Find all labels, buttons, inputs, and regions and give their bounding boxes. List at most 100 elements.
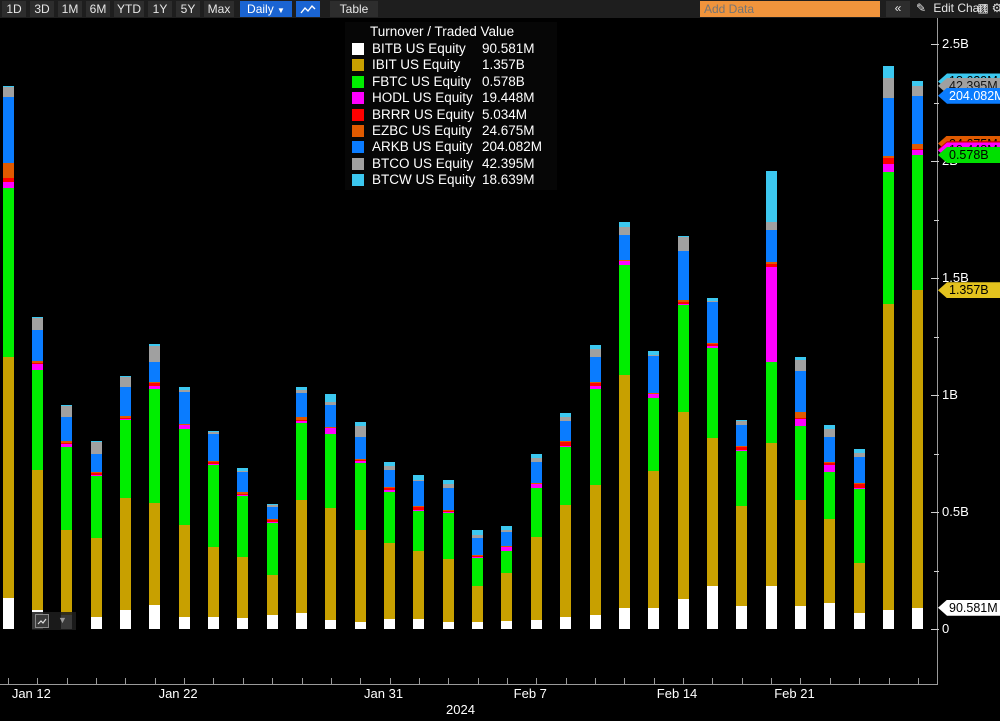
bar-segment[interactable] [91, 476, 102, 538]
bar-segment[interactable] [766, 443, 777, 586]
bar-segment[interactable] [237, 471, 248, 472]
bar-segment[interactable] [355, 622, 366, 629]
bar-segment[interactable] [296, 417, 307, 420]
bar-segment[interactable] [61, 530, 72, 615]
bar-segment[interactable] [61, 406, 72, 417]
bar-segment[interactable] [619, 222, 630, 227]
bar-segment[interactable] [854, 563, 865, 613]
bar-segment[interactable] [61, 444, 72, 447]
bar-segment[interactable] [824, 437, 835, 462]
bar-segment[interactable] [91, 473, 102, 476]
bar-segment[interactable] [91, 538, 102, 617]
bar-segment[interactable] [501, 530, 512, 532]
bar-segment[interactable] [149, 383, 160, 386]
bar-segment[interactable] [237, 468, 248, 471]
bar-segment[interactable] [590, 389, 601, 485]
bar-segment[interactable] [120, 420, 131, 498]
bar-segment[interactable] [560, 413, 571, 417]
bar-segment[interactable] [91, 442, 102, 454]
bar-segment[interactable] [824, 603, 835, 629]
bar-segment[interactable] [384, 487, 395, 488]
bar-segment[interactable] [854, 489, 865, 563]
bar-segment[interactable] [736, 451, 747, 506]
bar-segment[interactable] [384, 492, 395, 543]
bar-segment[interactable] [501, 532, 512, 546]
bar-segment[interactable] [707, 298, 718, 301]
bar-segment[interactable] [149, 503, 160, 605]
range-button-1d[interactable]: 1D [2, 1, 26, 17]
bar-segment[interactable] [3, 87, 14, 97]
bar-segment[interactable] [32, 363, 43, 364]
bar-segment[interactable] [32, 330, 43, 360]
bar-segment[interactable] [355, 437, 366, 459]
bar-segment[interactable] [824, 429, 835, 437]
bar-segment[interactable] [296, 390, 307, 393]
bar-segment[interactable] [648, 471, 659, 608]
bar-segment[interactable] [883, 78, 894, 98]
bar-segment[interactable] [208, 434, 219, 461]
bar-segment[interactable] [883, 610, 894, 629]
bar-segment[interactable] [678, 305, 689, 412]
bar-segment[interactable] [795, 418, 806, 419]
bar-segment[interactable] [120, 498, 131, 610]
bar-segment[interactable] [267, 504, 278, 505]
bar-segment[interactable] [120, 416, 131, 418]
bar-segment[interactable] [648, 393, 659, 394]
bar-segment[interactable] [560, 447, 571, 505]
bar-segment[interactable] [149, 362, 160, 382]
bar-segment[interactable] [619, 260, 630, 261]
bar-segment[interactable] [501, 573, 512, 621]
bar-segment[interactable] [619, 608, 630, 629]
bar-segment[interactable] [3, 598, 14, 629]
bar-segment[interactable] [267, 505, 278, 507]
bar-segment[interactable] [355, 459, 366, 460]
bar-segment[interactable] [32, 317, 43, 318]
bar-segment[interactable] [355, 460, 366, 461]
bar-segment[interactable] [736, 506, 747, 606]
bar-segment[interactable] [237, 557, 248, 618]
bar-segment[interactable] [648, 398, 659, 471]
bar-segment[interactable] [707, 438, 718, 586]
bar-segment[interactable] [678, 304, 689, 305]
bar-segment[interactable] [355, 530, 366, 622]
bar-segment[interactable] [296, 393, 307, 417]
bar-segment[interactable] [61, 405, 72, 406]
bar-segment[interactable] [824, 425, 835, 429]
bar-segment[interactable] [883, 158, 894, 164]
bar-segment[interactable] [443, 513, 454, 559]
bar-segment[interactable] [590, 349, 601, 357]
bar-segment[interactable] [883, 98, 894, 156]
bar-segment[interactable] [355, 463, 366, 530]
bar-segment[interactable] [531, 483, 542, 484]
annotate-icon[interactable]: ▨ [976, 0, 990, 18]
range-button-ytd[interactable]: YTD [114, 1, 144, 17]
bar-segment[interactable] [237, 472, 248, 492]
chevron-down-icon[interactable]: ▼ [58, 615, 67, 625]
bar-segment[interactable] [590, 386, 601, 389]
bar-segment[interactable] [590, 357, 601, 382]
bar-segment[interactable] [472, 530, 483, 535]
bar-segment[interactable] [590, 383, 601, 386]
bar-segment[interactable] [795, 360, 806, 371]
bar-segment[interactable] [766, 267, 777, 362]
bar-segment[interactable] [32, 370, 43, 470]
bar-segment[interactable] [267, 507, 278, 519]
bar-segment[interactable] [560, 442, 571, 446]
bar-segment[interactable] [61, 443, 72, 444]
bar-segment[interactable] [179, 429, 190, 525]
bar-segment[interactable] [590, 485, 601, 615]
bar-segment[interactable] [91, 454, 102, 472]
bar-segment[interactable] [707, 343, 718, 344]
bar-segment[interactable] [883, 164, 894, 172]
bar-segment[interactable] [267, 519, 278, 520]
bar-segment[interactable] [590, 615, 601, 629]
bar-segment[interactable] [531, 458, 542, 462]
bar-segment[interactable] [648, 356, 659, 393]
add-data-input[interactable] [700, 1, 880, 17]
bar-segment[interactable] [267, 615, 278, 629]
bar-segment[interactable] [854, 613, 865, 629]
bar-segment[interactable] [413, 510, 424, 511]
bar-segment[interactable] [149, 389, 160, 503]
bar-segment[interactable] [560, 417, 571, 421]
bar-segment[interactable] [912, 149, 923, 150]
